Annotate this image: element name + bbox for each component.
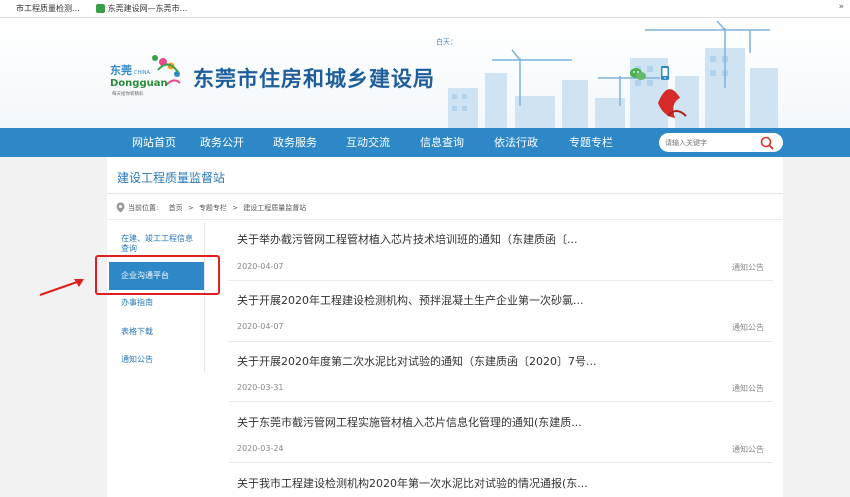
page-icon: [4, 4, 13, 13]
news-category[interactable]: 通知公告: [732, 383, 764, 394]
nav-gov-service[interactable]: 政务服务: [259, 128, 331, 157]
sidebar-divider: [204, 222, 205, 372]
news-divider: [228, 401, 773, 402]
news-title[interactable]: 关于我市工程建设检测机构2020年第一次水泥比对试验的情况通报(东...: [237, 475, 588, 491]
news-category[interactable]: 通知公告: [732, 322, 764, 333]
breadcrumb-current[interactable]: 建设工程质量监督站: [243, 204, 306, 212]
logo-en-text: Dongguan: [110, 78, 168, 89]
news-date: 2020-04-07: [237, 322, 284, 331]
news-category[interactable]: 通知公告: [732, 262, 764, 273]
site-title: 东莞市住房和城乡建设局: [193, 67, 435, 91]
news-date: 2020-04-07: [237, 262, 284, 271]
page-title: 建设工程质量监督站: [117, 171, 226, 185]
sidebar-item-notices[interactable]: 通知公告: [121, 355, 153, 365]
news-title[interactable]: 关于东莞市截污管网工程实施管材植入芯片信息化管理的通知(东建质...: [237, 414, 582, 430]
nav-home[interactable]: 网站首页: [118, 128, 190, 157]
news-date: 2020-03-31: [237, 383, 284, 392]
sidebar-item-forms[interactable]: 表格下载: [121, 327, 153, 337]
bookmark-label: 市工程质量检测...: [16, 4, 80, 13]
breadcrumb-separator: >: [232, 204, 239, 212]
breadcrumb-home[interactable]: 首页: [169, 204, 183, 212]
news-divider: [228, 462, 773, 463]
breadcrumb-divider: [107, 219, 783, 220]
nav-info-query[interactable]: 信息查询: [406, 128, 478, 157]
news-category[interactable]: 通知公告: [732, 444, 764, 455]
bookmark-label: 东莞建设网—东莞市...: [107, 4, 188, 13]
location-pin-icon: [116, 202, 125, 213]
dongguan-logo[interactable]: 东莞 CHINA Dongguan 每天给你新精彩: [108, 40, 188, 110]
sidebar-item-label: 在建、竣工工程信息: [121, 234, 193, 243]
breadcrumb-topics[interactable]: 专题专栏: [199, 204, 227, 212]
sidebar-item-guide[interactable]: 办事指南: [121, 298, 153, 308]
breadcrumb-separator: >: [187, 204, 194, 212]
news-date: 2020-03-24: [237, 444, 284, 453]
highlight-box: [95, 255, 220, 295]
site-header: 东莞 CHINA Dongguan 每天给你新精彩 东莞市住房和城乡建设局 白天…: [0, 18, 850, 128]
news-divider: [228, 280, 773, 281]
search-icon[interactable]: [760, 136, 774, 150]
sidebar-item-label: 查询: [121, 244, 137, 253]
bookmark-item[interactable]: 东莞建设网—东莞市...: [95, 3, 188, 14]
news-title[interactable]: 关于举办截污管网工程管材植入芯片技术培训班的通知（东建质函〔...: [237, 231, 578, 247]
more-icon[interactable]: »: [838, 2, 844, 12]
nav-interaction[interactable]: 互动交流: [332, 128, 404, 157]
logo-slogan: 每天给你新精彩: [112, 90, 144, 97]
logo-text: 东莞: [110, 63, 132, 77]
news-title[interactable]: 关于开展2020年度第二次水泥比对试验的通知（东建质函〔2020〕7号...: [237, 353, 596, 369]
news-divider: [228, 341, 773, 342]
breadcrumb-label: 当前位置:: [128, 204, 159, 212]
search-input[interactable]: [665, 136, 755, 149]
nav-gov-affairs[interactable]: 政务公开: [186, 128, 258, 157]
weather-label: 白天：: [436, 38, 457, 46]
nav-law-admin[interactable]: 依法行政: [480, 128, 552, 157]
title-divider: [107, 193, 783, 194]
mobile-icon[interactable]: [660, 65, 670, 81]
sidebar-item-project-query[interactable]: 在建、竣工工程信息 查询: [121, 234, 193, 254]
red-arrow-annotation: [39, 279, 84, 296]
bookmarks-bar: 市工程质量检测... 东莞建设网—东莞市... »: [0, 0, 850, 18]
news-title[interactable]: 关于开展2020年工程建设检测机构、预拌混凝土生产企业第一次砂氯...: [237, 292, 583, 308]
logo-china-text: CHINA: [134, 70, 150, 76]
green-site-icon: [95, 4, 105, 13]
nav-special-topics[interactable]: 专题专栏: [555, 128, 627, 157]
breadcrumb: 当前位置: 首页 > 专题专栏 > 建设工程质量监督站: [128, 203, 306, 213]
bookmark-item[interactable]: 市工程质量检测...: [4, 3, 80, 14]
wechat-icon[interactable]: [630, 67, 646, 81]
